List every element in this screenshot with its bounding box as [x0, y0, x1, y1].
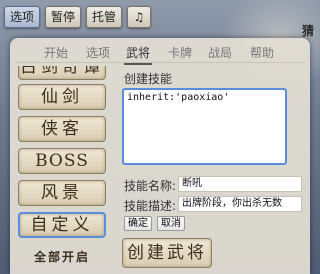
tab-options[interactable]: 选项 — [86, 44, 110, 62]
auto-play-button[interactable]: 托管 — [86, 6, 123, 28]
top-toolbar: 选项 暂停 托管 ♫ — [4, 6, 152, 28]
pack-custom[interactable]: 自定义 — [18, 212, 106, 238]
skill-name-label: 技能名称: — [124, 179, 177, 193]
tab-battle[interactable]: 战局 — [208, 44, 232, 62]
music-icon[interactable]: ♫ — [127, 6, 152, 28]
enable-all-link[interactable]: 全部开启 — [18, 248, 106, 265]
skill-code-editor[interactable]: inherit:'paoxiao' — [122, 88, 287, 165]
pack-scenery[interactable]: 风景 — [18, 180, 106, 206]
pack-xianjian[interactable]: 仙剑 — [18, 84, 106, 110]
create-character-button[interactable]: 创建武将 — [122, 238, 212, 268]
tab-start[interactable]: 开始 — [44, 44, 68, 62]
pack-gujian[interactable]: 古剑奇谭 — [18, 66, 106, 80]
tab-cards[interactable]: 卡牌 — [168, 44, 192, 62]
skill-desc-label: 技能描述: — [124, 199, 177, 213]
confirm-button[interactable]: 确定 — [124, 216, 152, 231]
background-text: 猜 — [301, 24, 314, 38]
create-skill-title: 创建技能 — [124, 72, 173, 86]
options-button[interactable]: 选项 — [4, 6, 41, 28]
character-pack-list: 古剑奇谭 仙剑 侠客 BOSS 风景 自定义 全部开启 — [18, 66, 108, 274]
pack-boss[interactable]: BOSS — [18, 148, 106, 174]
tab-characters[interactable]: 武将 — [126, 44, 150, 62]
cancel-button[interactable]: 取消 — [157, 216, 185, 231]
skill-name-input[interactable]: 断吼 — [178, 176, 302, 192]
active-tab-indicator — [124, 63, 152, 65]
tab-bar: 开始 选项 武将 卡牌 战局 帮助 — [10, 44, 310, 65]
tab-divider — [16, 62, 304, 63]
skill-desc-input[interactable]: 出牌阶段，你出杀无数 — [178, 196, 302, 212]
tab-help[interactable]: 帮助 — [250, 44, 274, 62]
pause-button[interactable]: 暂停 — [45, 6, 82, 28]
pack-xiake[interactable]: 侠客 — [18, 116, 106, 142]
